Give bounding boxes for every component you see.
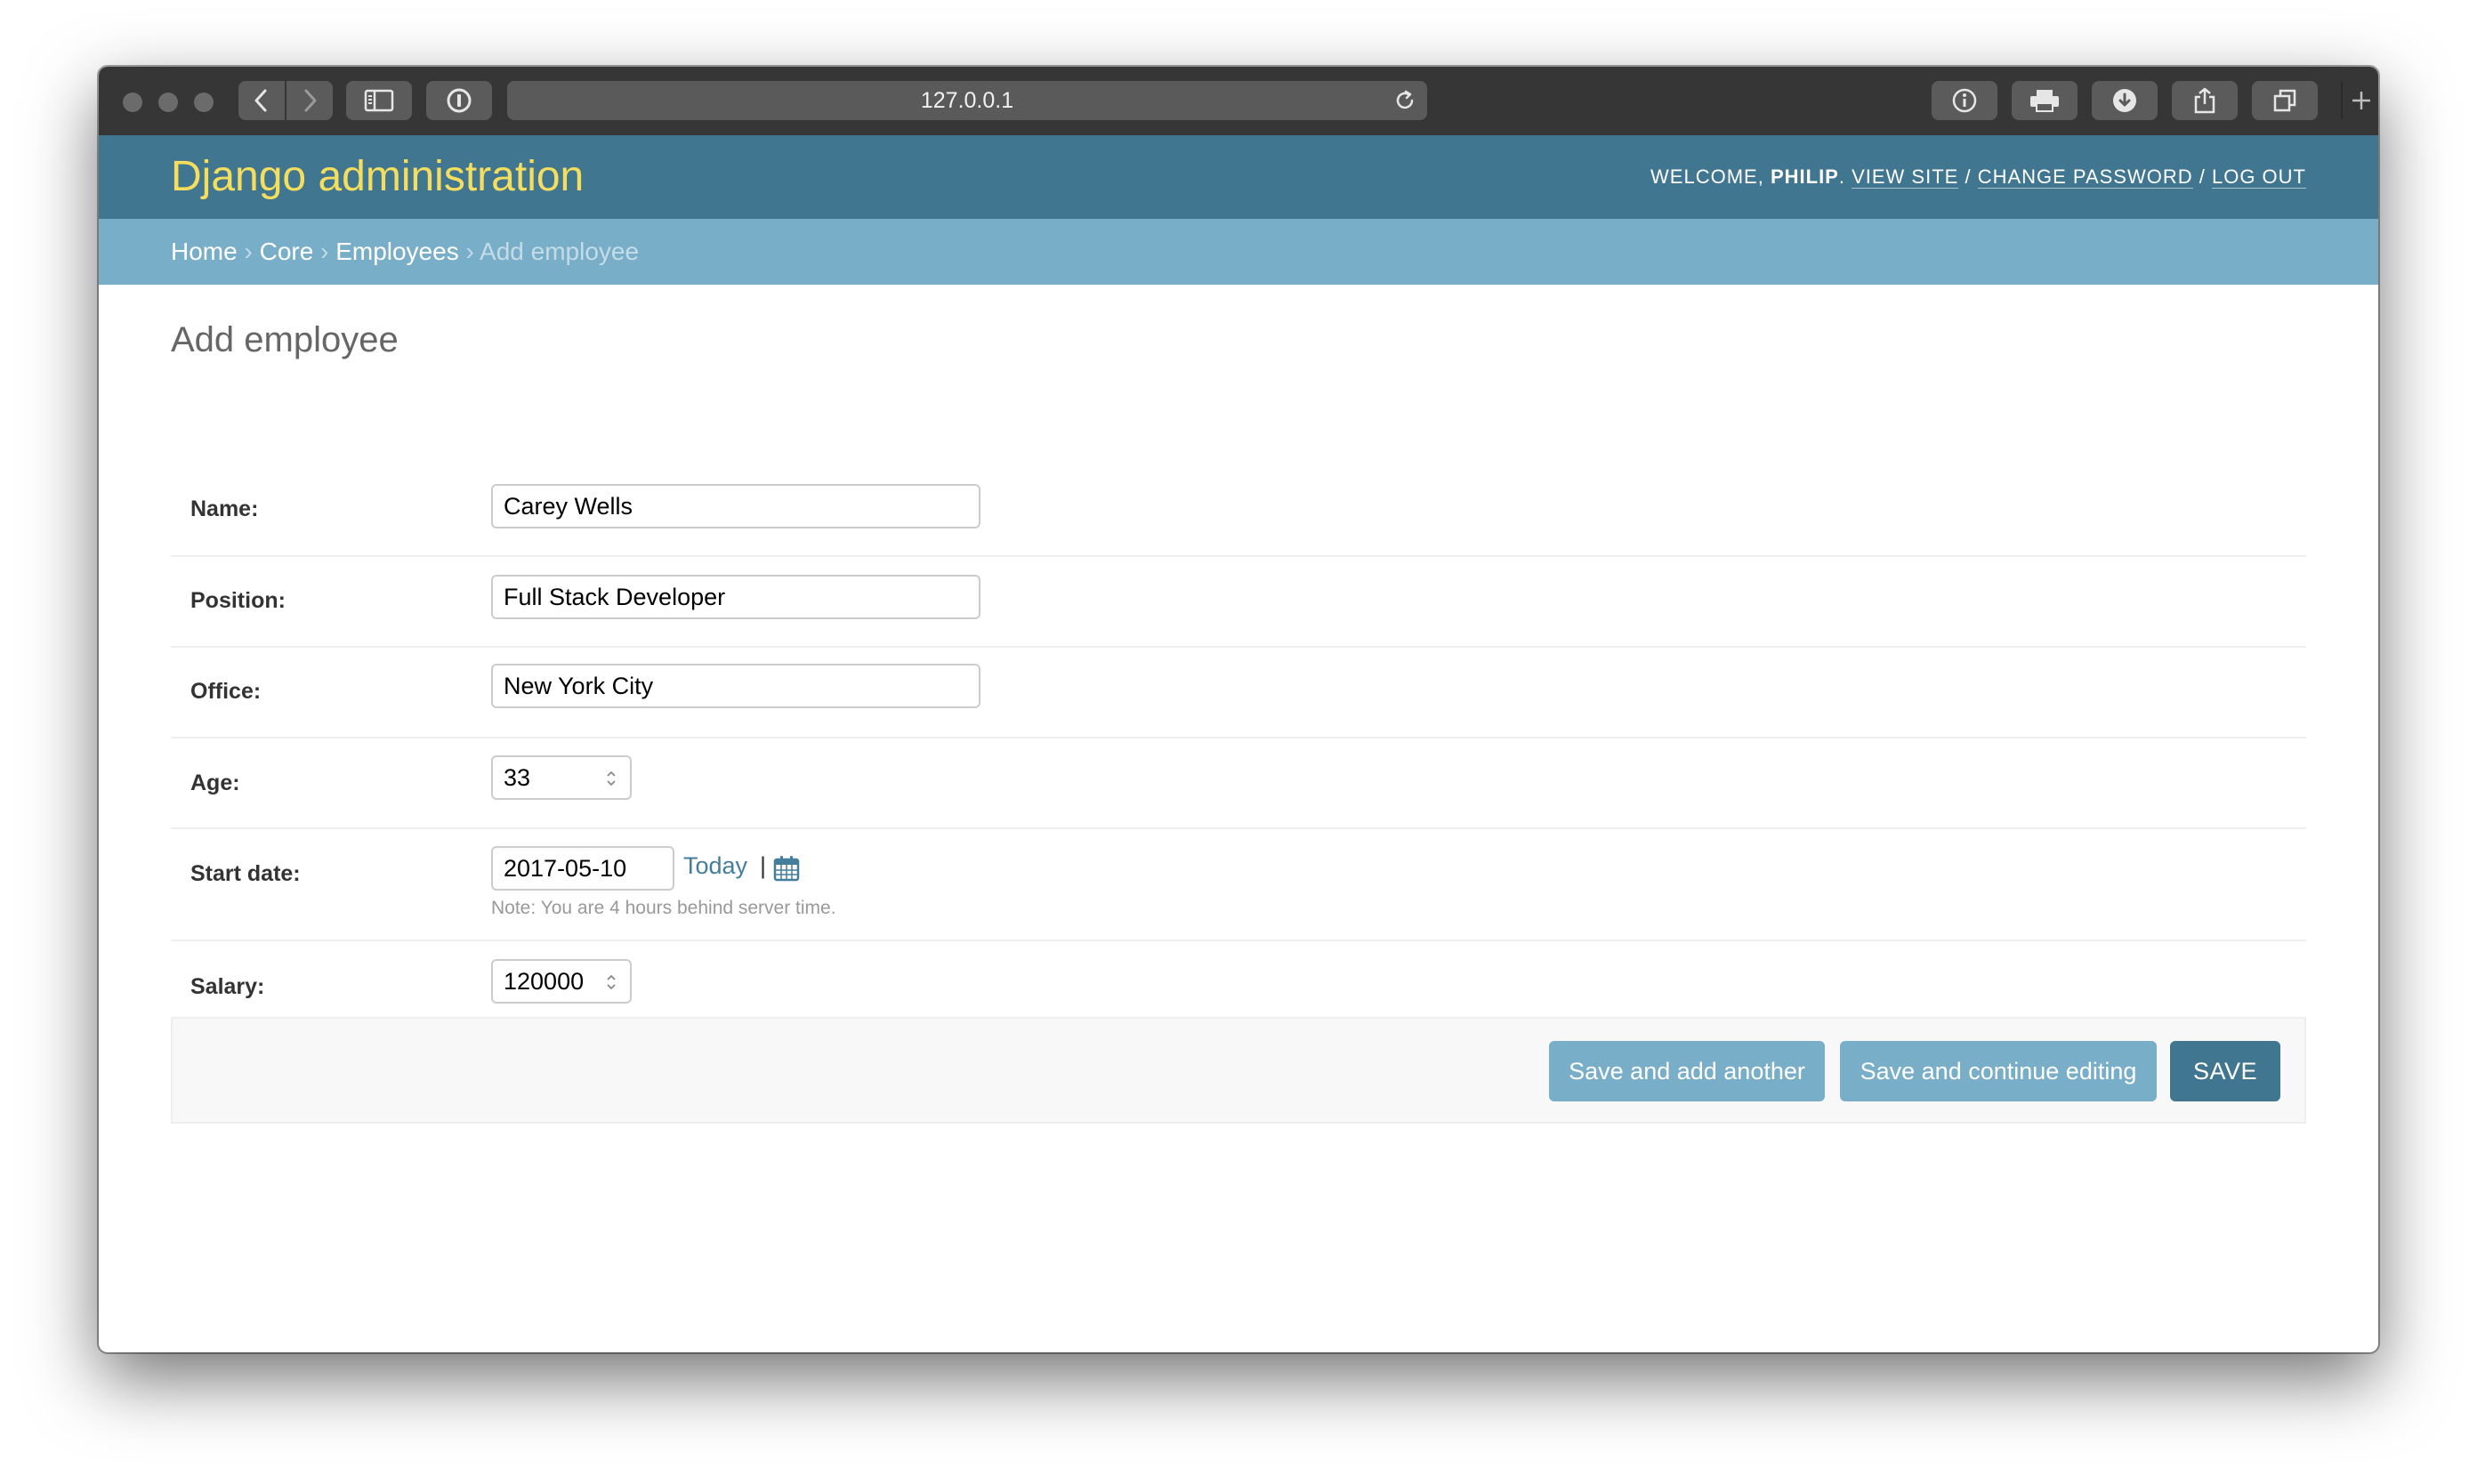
1password-icon: [447, 88, 472, 113]
today-divider: |: [760, 852, 767, 879]
sidebar-button[interactable]: [346, 81, 412, 120]
office-label: Office:: [190, 679, 262, 704]
chevron-left-icon: [254, 89, 267, 112]
position-input[interactable]: Full Stack Developer: [491, 575, 980, 619]
stepper-icon[interactable]: [605, 972, 617, 993]
name-label: Name:: [190, 496, 259, 521]
breadcrumb-home[interactable]: Home: [171, 238, 238, 265]
user-tools-separator: /: [1958, 165, 1978, 188]
form-row-name: Name: Carey Wells: [171, 417, 2306, 557]
save-and-add-another-button[interactable]: Save and add another: [1549, 1041, 1825, 1101]
user-tools-separator: /: [2192, 165, 2212, 188]
welcome-punct: .: [1838, 165, 1852, 188]
save-and-continue-button[interactable]: Save and continue editing: [1840, 1041, 2157, 1101]
salary-value: 120000: [504, 968, 585, 995]
welcome-text: WELCOME,: [1650, 165, 1771, 188]
form-row-start-date: Start date: 2017-05-10 Today | Note: You…: [171, 827, 2306, 941]
downloads-button[interactable]: [2092, 81, 2158, 120]
calendar-icon: [773, 856, 800, 882]
share-button[interactable]: [2172, 81, 2238, 120]
url-text: 127.0.0.1: [920, 88, 1014, 113]
info-icon: [1952, 88, 1977, 113]
breadcrumb: Home › Core › Employees › Add employee: [99, 219, 2378, 285]
today-link[interactable]: Today: [683, 852, 747, 880]
password-manager-button[interactable]: [426, 81, 492, 120]
save-button[interactable]: SAVE: [2170, 1041, 2280, 1101]
forward-button[interactable]: [286, 81, 333, 120]
username: PHILIP: [1770, 165, 1839, 188]
form-row-age: Age: 33: [171, 737, 2306, 829]
download-icon: [2113, 89, 2136, 112]
browser-toolbar: 127.0.0.1: [99, 67, 2378, 135]
zoom-window-dot[interactable]: [194, 93, 214, 112]
view-site-link[interactable]: VIEW SITE: [1852, 165, 1959, 189]
chevron-right-icon: [304, 89, 317, 112]
browser-window: 127.0.0.1 Django administration WELCOME,: [99, 67, 2378, 1352]
site-header: Django administration WELCOME, PHILIP . …: [99, 135, 2378, 219]
position-label: Position:: [190, 588, 286, 613]
form-row-office: Office: New York City: [171, 646, 2306, 738]
close-window-dot[interactable]: [123, 93, 142, 112]
calendar-button[interactable]: [772, 854, 801, 887]
salary-label: Salary:: [190, 974, 265, 999]
breadcrumb-separator: ›: [465, 238, 474, 265]
form-row-position: Position: Full Stack Developer: [171, 555, 2306, 648]
reload-button[interactable]: [1393, 89, 1416, 117]
reload-icon: [1396, 90, 1414, 109]
new-tab-button[interactable]: [2341, 82, 2378, 119]
office-input[interactable]: New York City: [491, 664, 980, 708]
page-title: Add employee: [171, 320, 399, 359]
age-input[interactable]: 33: [491, 755, 632, 800]
age-label: Age:: [190, 770, 240, 795]
plus-icon: [2352, 92, 2370, 109]
start-date-label: Start date:: [190, 861, 301, 886]
breadcrumb-separator: ›: [320, 238, 329, 265]
back-button[interactable]: [238, 81, 285, 120]
salary-input[interactable]: 120000: [491, 959, 632, 1004]
submit-row: Save and add another Save and continue e…: [171, 1017, 2306, 1124]
start-date-input[interactable]: 2017-05-10: [491, 846, 674, 891]
timezone-note: Note: You are 4 hours behind server time…: [491, 898, 836, 918]
minimize-window-dot[interactable]: [158, 93, 178, 112]
age-value: 33: [504, 764, 531, 791]
tabs-overview-button[interactable]: [2252, 81, 2318, 120]
breadcrumb-employees[interactable]: Employees: [335, 238, 459, 265]
user-tools: WELCOME, PHILIP . VIEW SITE / CHANGE PAS…: [1650, 135, 2306, 219]
name-input[interactable]: Carey Wells: [491, 484, 980, 528]
change-password-link[interactable]: CHANGE PASSWORD: [1977, 165, 2193, 189]
breadcrumb-current: Add employee: [480, 238, 640, 265]
print-icon: [2030, 90, 2059, 112]
stepper-icon[interactable]: [605, 768, 617, 789]
info-button[interactable]: [1932, 81, 1997, 120]
breadcrumb-separator: ›: [244, 238, 253, 265]
sidebar-icon: [364, 89, 394, 112]
breadcrumb-core[interactable]: Core: [260, 238, 314, 265]
print-button[interactable]: [2012, 81, 2078, 120]
tabs-icon: [2273, 89, 2296, 112]
log-out-link[interactable]: LOG OUT: [2211, 165, 2306, 189]
address-bar[interactable]: 127.0.0.1: [507, 81, 1427, 120]
share-icon: [2194, 87, 2215, 114]
site-brand[interactable]: Django administration: [171, 135, 584, 219]
